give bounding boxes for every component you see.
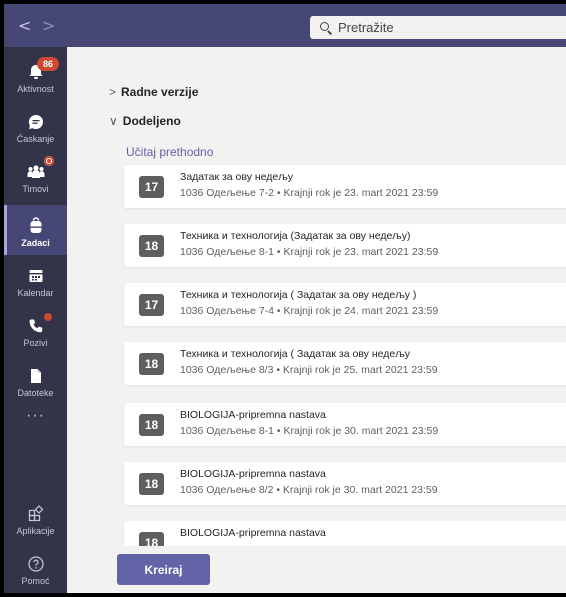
forward-arrow-icon[interactable]: > (42, 16, 55, 35)
assignment-details: 1036 Одељење 7-2 • Krajnji rok je 23. ma… (180, 187, 439, 199)
rail-item-label: Pozivi (23, 338, 48, 348)
class-number-badge: 17 (139, 294, 164, 316)
assignment-card[interactable]: 18 BIOLOGIJA-pripremna nastava 1036 Одељ… (124, 462, 566, 505)
assignment-title: Техника и технологија ( Задатак за ову н… (180, 289, 417, 301)
assignment-details: 1036 Одељење 8-1 • Krajnji rok je 30. ma… (180, 425, 439, 437)
assignment-details: 1036 Одељење 7-4 • Krajnji rok je 24. ma… (180, 305, 439, 317)
load-previous-link[interactable]: Učitaj prethodno (126, 145, 213, 159)
class-number-badge: 18 (139, 414, 164, 436)
drafts-section-header[interactable]: > Radne verzije (109, 85, 198, 99)
more-apps-icon[interactable]: ··· (4, 407, 67, 425)
phone-icon (29, 319, 43, 333)
rail-item-calls[interactable]: Pozivi (4, 305, 67, 355)
class-number-badge: 18 (139, 353, 164, 375)
assignment-details: 1036 Одељење 8/2 • Krajnji rok je 30. ma… (180, 484, 438, 496)
rail-item-calendar[interactable]: Kalendar (4, 255, 67, 305)
assignment-title: Задатак за ову недељу (180, 171, 294, 183)
class-number-badge: 17 (139, 176, 164, 198)
assignment-title: BIOLOGIJA-pripremna nastava (180, 409, 326, 421)
assignment-title: BIOLOGIJA-pripremna nastava (180, 468, 326, 480)
assignment-card[interactable]: 18 BIOLOGIJA-pripremna nastava 1036 Одељ… (124, 403, 566, 446)
search-input[interactable]: Pretražite (310, 16, 566, 39)
create-button[interactable]: Kreiraj (117, 554, 210, 585)
assignments-pane: > Radne verzije ∨ Dodeljeno Učitaj prethod… (67, 47, 566, 593)
rail-item-label: Datoteke (17, 388, 54, 398)
rail-item-label: Pomoć (21, 576, 50, 586)
class-number-badge: 18 (139, 235, 164, 257)
chat-icon (28, 114, 43, 129)
back-arrow-icon[interactable]: < (18, 16, 31, 35)
rail-item-label: Ćaskanje (16, 134, 55, 144)
title-bar: < > Pretražite (4, 4, 566, 47)
assignment-card[interactable]: 18 Техника и технологија ( Задатак за ов… (124, 342, 566, 385)
chevron-right-icon: > (109, 85, 117, 99)
file-icon (31, 369, 41, 383)
assignment-title: BIOLOGIJA-pripremna nastava (180, 527, 326, 539)
search-icon (320, 22, 333, 35)
assignment-title: Техника и технологија ( Задатак за ову н… (180, 348, 410, 360)
assigned-label: Dodeljeno (122, 114, 181, 128)
help-icon (28, 556, 44, 572)
assignment-card[interactable]: 18 Техника и технологија (Задатак за ову… (124, 224, 566, 267)
calls-notification-dot (44, 313, 52, 321)
rail-item-label: Kalendar (17, 288, 54, 298)
assignment-details: 1036 Одељење 8/3 • Krajnji rok je 25. ma… (180, 364, 438, 376)
rail-item-files[interactable]: Datoteke (4, 355, 67, 405)
rail-item-chat[interactable]: Ćaskanje (4, 101, 67, 151)
rail-item-teams[interactable]: Timovi (4, 151, 67, 201)
assigned-section-header[interactable]: ∨ Dodeljeno (109, 114, 181, 128)
rail-item-label: Aktivnost (17, 84, 54, 94)
rail-item-label: Zadaci (21, 238, 50, 248)
teams-icon (27, 165, 45, 178)
rail-item-activity[interactable]: 86 Aktivnost (4, 51, 67, 101)
apps-icon (28, 505, 44, 522)
class-number-badge: 18 (139, 473, 164, 495)
assignment-title: Техника и технологија (Задатак за ову не… (180, 230, 411, 242)
rail-item-assignments[interactable]: Zadaci (4, 205, 67, 255)
backpack-icon (30, 217, 42, 233)
drafts-label: Radne verzije (121, 85, 199, 99)
rail-item-label: Timovi (22, 184, 49, 194)
search-placeholder: Pretražite (338, 20, 394, 35)
assignment-card[interactable]: 17 Техника и технологија ( Задатак за ов… (124, 283, 566, 326)
chevron-down-icon: ∨ (109, 114, 118, 128)
rail-item-help[interactable]: Pomoć (4, 543, 67, 593)
teams-window: < > Pretražite 86 Aktivnost Ćaskanje Tim… (4, 4, 566, 593)
assignment-details: 1036 Одељење 8-1 • Krajnji rok je 23. ma… (180, 246, 439, 258)
activity-badge: 86 (37, 57, 59, 71)
rail-item-label: Aplikacije (16, 526, 55, 536)
teams-notification-dot (44, 156, 54, 166)
assignment-card[interactable]: 17 Задатак за ову недељу 1036 Одељење 7-… (124, 165, 566, 208)
rail-item-apps[interactable]: Aplikacije (4, 493, 67, 543)
app-rail: 86 Aktivnost Ćaskanje Timovi Zadaci Kale… (4, 47, 67, 593)
calendar-icon (29, 270, 43, 282)
